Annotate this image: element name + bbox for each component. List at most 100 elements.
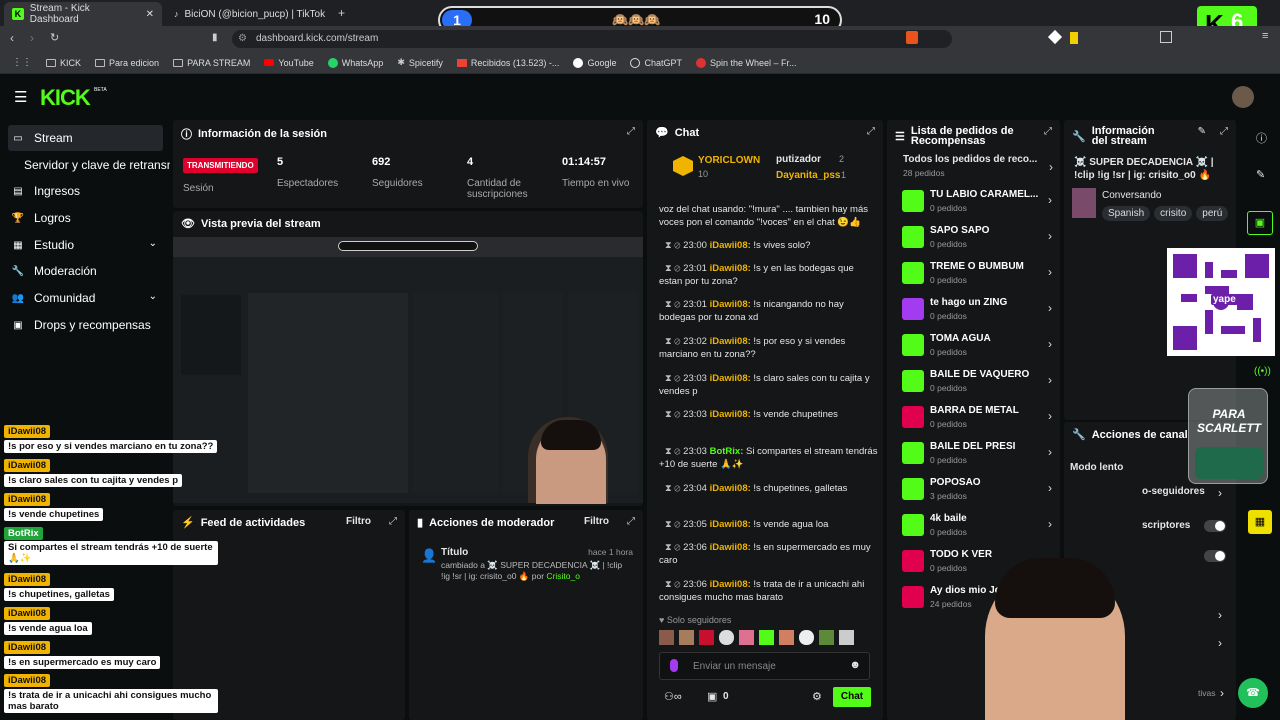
mod-actions-icon[interactable]: ⧗ ⊘: [665, 373, 683, 384]
sidebar-item-server-key[interactable]: Servidor y clave de retransmisión: [20, 152, 170, 178]
all-rewards-row[interactable]: Todos los pedidos de reco... 28 pedidos …: [903, 154, 1053, 184]
bookmark-youtube[interactable]: YouTube: [264, 58, 314, 68]
info-icon[interactable]: ⓘ: [1256, 130, 1267, 146]
chat-username[interactable]: iDawii08:: [710, 519, 751, 530]
expand-icon[interactable]: ⤢: [389, 516, 397, 527]
reward-row[interactable]: 4k baile 0 pedidos ›: [902, 511, 1052, 541]
bookmark-whatsapp[interactable]: WhatsApp: [327, 57, 383, 68]
chat-username[interactable]: iDawii08:: [710, 263, 751, 274]
close-icon[interactable]: ✕: [146, 9, 154, 20]
chevron-right-icon[interactable]: ›: [1218, 486, 1222, 500]
mod-actions-icon[interactable]: ⧗ ⊘: [665, 483, 683, 494]
chat-username[interactable]: iDawii08:: [710, 336, 751, 347]
mod-filter-button[interactable]: Filtro: [584, 516, 609, 527]
reward-row[interactable]: TU LABIO CARAMEL... 0 pedidos ›: [902, 187, 1052, 217]
mod-actions-icon[interactable]: ⧗ ⊘: [665, 519, 683, 530]
broadcast-icon[interactable]: ((•)): [1254, 366, 1271, 377]
sidebar-item-ingresos[interactable]: ▤ Ingresos: [8, 178, 163, 204]
mod-actions-icon[interactable]: ⧗ ⊘: [665, 446, 683, 457]
emoji-icon[interactable]: ☻: [849, 659, 861, 671]
category-name[interactable]: Conversando: [1102, 190, 1161, 201]
emote-icon[interactable]: [819, 630, 834, 645]
feed-filter-button[interactable]: Filtro: [346, 516, 371, 527]
reward-row[interactable]: TOMA AGUA 0 pedidos ›: [902, 331, 1052, 361]
bookmark-gmail[interactable]: Recibidos (13.523) -...: [456, 58, 559, 68]
chat-username[interactable]: iDawii08:: [710, 483, 751, 494]
chat-input[interactable]: Enviar un mensaje ☻: [659, 652, 870, 680]
bookmark-icon[interactable]: ▮: [212, 32, 218, 43]
apps-icon[interactable]: ⋮⋮: [12, 57, 32, 68]
sidebar-item-comunidad[interactable]: 👥 Comunidad ⌄: [8, 285, 163, 311]
mod-actions-icon[interactable]: ⧗ ⊘: [665, 409, 683, 420]
extension-icon[interactable]: [1047, 29, 1063, 45]
emote-icon[interactable]: [759, 630, 774, 645]
subs-mode-toggle[interactable]: [1204, 520, 1226, 532]
widget-icon[interactable]: ▣: [1247, 211, 1273, 235]
gear-icon[interactable]: ⚙: [812, 690, 822, 703]
chat-username[interactable]: iDawii08:: [710, 409, 751, 420]
expand-icon[interactable]: ⤢: [627, 516, 635, 527]
kick-logo[interactable]: KICK: [40, 85, 91, 111]
avatar[interactable]: [1232, 86, 1254, 108]
expand-icon[interactable]: ⤢: [1220, 126, 1228, 137]
expand-icon[interactable]: ⤢: [867, 126, 875, 137]
emote-icon[interactable]: [699, 630, 714, 645]
back-icon[interactable]: ‹: [10, 31, 14, 45]
chat-username[interactable]: BotRix:: [710, 446, 744, 457]
chevron-right-icon[interactable]: ›: [1218, 608, 1222, 622]
emote-icon[interactable]: [719, 630, 734, 645]
mod-actions-icon[interactable]: ⧗ ⊘: [665, 579, 683, 590]
infinity-icon[interactable]: ⚇∞: [664, 690, 682, 703]
mod-actions-icon[interactable]: ⧗ ⊘: [665, 299, 683, 310]
brave-shield-icon[interactable]: [906, 31, 918, 44]
mod-actions-icon[interactable]: ⧗ ⊘: [665, 240, 683, 251]
reload-icon[interactable]: ↻: [50, 31, 59, 44]
emote-icon[interactable]: [659, 630, 674, 645]
gifter-2-name[interactable]: putizador: [776, 154, 821, 165]
emote-icon[interactable]: [779, 630, 794, 645]
reward-row[interactable]: SAPO SAPO 0 pedidos ›: [902, 223, 1052, 253]
mod-actions-icon[interactable]: ⧗ ⊘: [665, 336, 683, 347]
bookmark-kick[interactable]: KICK: [46, 58, 81, 68]
forward-icon[interactable]: ›: [30, 31, 34, 45]
top-gifter-name[interactable]: YORICLOWN: [698, 155, 760, 166]
reward-row[interactable]: te hago un ZING 0 pedidos ›: [902, 295, 1052, 325]
emote-icon[interactable]: [679, 630, 694, 645]
reward-row[interactable]: BARRA DE METAL 0 pedidos ›: [902, 403, 1052, 433]
chat-username[interactable]: iDawii08:: [710, 579, 751, 590]
edit-icon[interactable]: ✎: [1256, 168, 1265, 181]
bookmark-para-edicion[interactable]: Para edicion: [95, 58, 159, 68]
sidebar-item-estudio[interactable]: ▦ Estudio ⌄: [8, 232, 163, 258]
gifter-3-name[interactable]: Dayanita_pss: [776, 170, 840, 181]
emote-icon[interactable]: [839, 630, 854, 645]
bookmark-google[interactable]: Google: [573, 57, 616, 68]
sidebar-item-stream[interactable]: ▭ Stream: [8, 125, 163, 151]
gift-icon[interactable]: ▣: [707, 690, 717, 703]
expand-icon[interactable]: ⤢: [1044, 126, 1052, 137]
mod-actions-icon[interactable]: ⧗ ⊘: [665, 542, 683, 553]
sidebar-item-logros[interactable]: 🏆 Logros: [8, 205, 163, 231]
bookmark-para-stream[interactable]: PARA STREAM: [173, 58, 250, 68]
site-info-icon[interactable]: ⚙: [238, 30, 247, 48]
tab-kick-dashboard[interactable]: K Stream - Kick Dashboard ✕: [4, 2, 162, 26]
tab-tiktok[interactable]: ♪ BiciON (@bicion_pucp) | TikTok: [166, 2, 334, 26]
chat-username[interactable]: iDawii08:: [710, 542, 751, 553]
support-icon[interactable]: ☎: [1238, 678, 1268, 708]
chat-username[interactable]: iDawii08:: [710, 299, 751, 310]
sidebar-item-moderacion[interactable]: 🔧 Moderación: [8, 258, 163, 284]
extension-icon[interactable]: [1070, 32, 1078, 44]
hamburger-icon[interactable]: ☰: [14, 88, 27, 106]
bookmark-spicetify[interactable]: ✱ Spicetify: [397, 57, 443, 68]
chevron-right-icon[interactable]: ›: [1220, 686, 1224, 700]
expand-icon[interactable]: ⤢: [627, 126, 635, 137]
reward-row[interactable]: TREME O BUMBUM 0 pedidos ›: [902, 259, 1052, 289]
chevron-right-icon[interactable]: ›: [1218, 636, 1222, 650]
mod-item-user[interactable]: Crisito_o: [546, 571, 580, 581]
bookmark-chatgpt[interactable]: ChatGPT: [630, 57, 682, 68]
mod-actions-icon[interactable]: ⧗ ⊘: [665, 263, 683, 274]
edit-icon[interactable]: ✎: [1198, 126, 1206, 137]
new-tab-button[interactable]: +: [338, 6, 345, 20]
chat-username[interactable]: iDawii08:: [710, 240, 751, 251]
reward-row[interactable]: BAILE DE VAQUERO 0 pedidos ›: [902, 367, 1052, 397]
sidebar-toggle-icon[interactable]: [1160, 31, 1172, 43]
